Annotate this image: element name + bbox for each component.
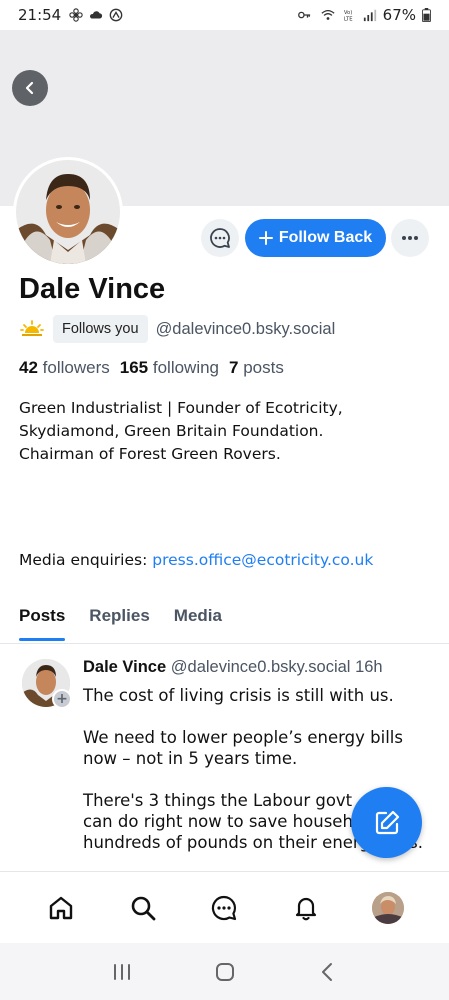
follow-back-button[interactable]: Follow Back	[245, 219, 386, 257]
follow-plus-icon[interactable]: +	[52, 689, 72, 709]
followers-count: 42	[19, 358, 38, 377]
profile-name: Dale Vince	[19, 273, 166, 305]
enquiry-label: Media enquiries:	[19, 551, 148, 569]
follow-back-label: Follow Back	[278, 229, 373, 246]
posts-label: posts	[243, 358, 284, 377]
system-icons: Vo) LTE 67%	[295, 6, 431, 24]
bottom-navigation	[0, 871, 449, 943]
recent-apps-icon[interactable]	[111, 962, 133, 982]
tab-posts[interactable]: Posts	[19, 600, 66, 643]
post-author-name[interactable]: Dale Vince	[83, 658, 166, 676]
notification-icons	[69, 8, 123, 22]
compose-icon	[375, 810, 399, 834]
ellipsis-icon	[402, 236, 418, 240]
tab-replies[interactable]: Replies	[89, 600, 149, 643]
followers-stat[interactable]: 42 followers	[19, 358, 110, 378]
nav-home[interactable]	[41, 888, 81, 928]
app-icon	[109, 8, 123, 22]
volte-icon: Vo)LTE	[344, 10, 353, 22]
back-nav-icon[interactable]	[317, 961, 339, 983]
svg-text:Vo): Vo)	[344, 10, 352, 16]
profile-bio: Green Industrialist | Founder of Ecotric…	[19, 397, 429, 466]
nav-notifications[interactable]	[286, 888, 326, 928]
profile-tabs: Posts Replies Media	[0, 600, 449, 644]
bio-line: Green Industrialist | Founder of Ecotric…	[19, 399, 343, 417]
bio-line: Chairman of Forest Green Rovers.	[19, 445, 281, 463]
profile-stats: 42 followers 165 following 7 posts	[19, 358, 284, 378]
following-label: following	[152, 358, 220, 377]
compose-button[interactable]	[351, 787, 422, 858]
followers-label: followers	[42, 358, 110, 377]
status-bar: 21:54 Vo) LTE 67%	[0, 0, 449, 30]
key-icon	[297, 11, 310, 19]
battery-percent: 67%	[382, 6, 416, 24]
search-icon	[131, 896, 156, 920]
post-line: The cost of living crisis is still with …	[83, 686, 394, 705]
profile-avatar[interactable]	[13, 157, 123, 267]
nav-chat[interactable]	[204, 888, 244, 928]
plus-icon	[258, 231, 273, 245]
status-time: 21:54	[18, 6, 62, 24]
post-line: now – not in 5 years time.	[83, 749, 298, 768]
handle-row: Follows you @dalevince0.bsky.social	[19, 315, 335, 343]
post-paragraph: We need to lower people’s energy bills n…	[83, 727, 438, 769]
profile-photo	[16, 160, 120, 264]
follows-you-badge: Follows you	[53, 315, 148, 343]
post-line: We need to lower people’s energy bills	[83, 728, 403, 747]
chat-bubble-icon	[210, 228, 230, 248]
following-stat[interactable]: 165 following	[120, 358, 219, 378]
battery-icon	[422, 8, 431, 22]
post-paragraph: The cost of living crisis is still with …	[83, 685, 438, 706]
nav-profile[interactable]	[368, 888, 408, 928]
wifi-icon	[321, 9, 335, 20]
post-header: Dale Vince @dalevince0.bsky.social 16h	[83, 658, 383, 677]
message-button[interactable]	[201, 219, 239, 257]
bell-icon	[296, 897, 317, 920]
fan-icon	[69, 8, 83, 22]
home-button-icon[interactable]	[214, 961, 236, 983]
post-timestamp: 16h	[355, 658, 383, 676]
system-navigation-bar	[0, 943, 449, 1000]
chevron-left-icon	[25, 81, 34, 95]
profile-handle: @dalevince0.bsky.social	[155, 319, 336, 338]
bio-line: Skydiamond, Green Britain Foundation.	[19, 422, 324, 440]
posts-stat: 7 posts	[229, 358, 284, 378]
signal-icon	[363, 9, 376, 22]
chat-icon	[212, 895, 237, 920]
media-enquiries: Media enquiries: press.office@ecotricity…	[19, 551, 373, 569]
more-options-button[interactable]	[391, 219, 429, 257]
post-author-handle: @dalevince0.bsky.social	[170, 658, 351, 676]
back-button[interactable]	[12, 70, 48, 106]
cloud-icon	[90, 11, 103, 19]
svg-text:LTE: LTE	[344, 16, 353, 22]
following-count: 165	[119, 358, 149, 377]
nav-search[interactable]	[123, 888, 163, 928]
home-icon	[49, 896, 73, 919]
enquiry-email-link[interactable]: press.office@ecotricity.co.uk	[152, 551, 373, 569]
tab-media[interactable]: Media	[174, 600, 222, 643]
profile-avatar-icon	[372, 891, 405, 924]
posts-count: 7	[229, 358, 239, 377]
sunrise-emoji-icon	[19, 315, 45, 343]
